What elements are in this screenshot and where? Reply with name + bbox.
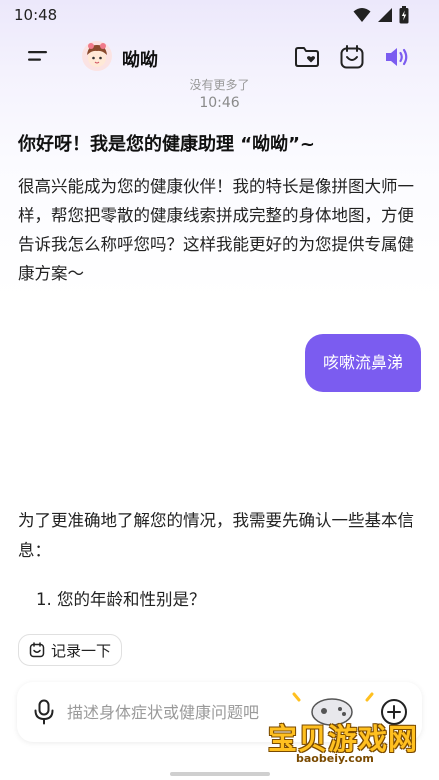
speaker-icon[interactable] (383, 43, 411, 71)
no-more-history: 没有更多了 (189, 78, 250, 92)
greeting-message: 很高兴能成为您的健康伙伴！我的特长是像拼图大师一样，帮您把零散的健康线索拼成完整… (18, 177, 414, 283)
status-bar: 10:48 (0, 0, 439, 32)
assistant-reply: 为了更准确地了解您的情况，我需要先确认一些基本信息： (18, 511, 414, 560)
assistant-question: 1. 您的年龄和性别是？ (36, 590, 206, 609)
message-timestamp: 10:46 (199, 95, 240, 111)
user-message-bubble: 咳嗽流鼻涕 (304, 334, 421, 392)
status-time: 10:48 (14, 6, 58, 24)
home-indicator[interactable] (170, 772, 270, 776)
avatar[interactable] (82, 41, 112, 71)
wifi-icon (353, 8, 371, 22)
record-button[interactable]: 记录一下 (18, 634, 123, 666)
mic-icon[interactable] (33, 699, 55, 725)
avatar-image (82, 41, 112, 71)
greeting-title: 你好呀！我是您的健康助理 “呦呦”~ (18, 134, 316, 155)
record-label: 记录一下 (51, 641, 112, 660)
status-icons (353, 6, 409, 24)
record-icon (29, 642, 45, 658)
signal-icon (378, 8, 392, 22)
watermark-url: baobeiy.com (296, 752, 374, 765)
folder-heart-icon[interactable] (293, 43, 321, 71)
menu-icon[interactable] (26, 46, 52, 66)
smile-calendar-icon[interactable] (338, 43, 366, 71)
app-title: 呦呦 (122, 50, 158, 71)
battery-icon (399, 6, 409, 24)
app-header: 呦呦 (0, 36, 439, 78)
